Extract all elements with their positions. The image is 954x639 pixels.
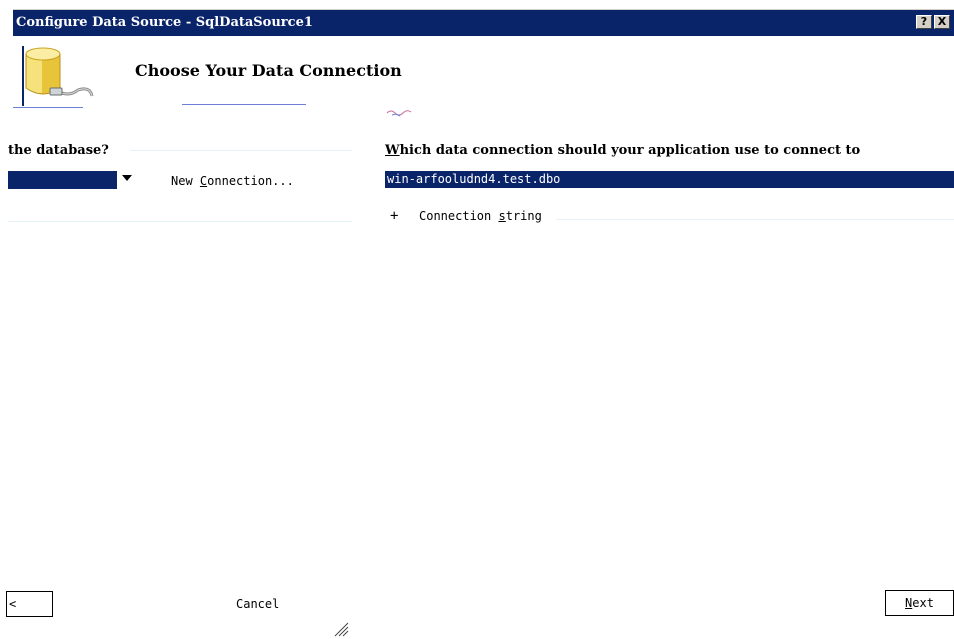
database-connection-icon <box>22 46 94 106</box>
database-question-label: the database? <box>8 143 109 158</box>
page-heading: Choose Your Data Connection <box>135 61 402 80</box>
cancel-button[interactable]: Cancel <box>236 597 279 611</box>
header-divider <box>13 107 83 108</box>
chevron-down-icon[interactable] <box>122 175 132 181</box>
connection-string-mnemonic: s <box>498 209 506 223</box>
question-text: hich data connection should your applica… <box>399 143 861 158</box>
question-mnemonic: W <box>385 143 400 158</box>
window-title: Configure Data Source - SqlDataSource1 <box>16 15 313 30</box>
title-bar[interactable]: Configure Data Source - SqlDataSource1 ?… <box>13 9 954 36</box>
connection-string-expander[interactable]: Connection string <box>419 209 542 223</box>
new-connection-label-rest: onnection... <box>207 174 294 188</box>
expand-plus-icon[interactable]: + <box>390 208 398 224</box>
divider <box>8 221 352 222</box>
connection-string-label: Connection <box>419 209 499 223</box>
divider <box>556 219 954 220</box>
help-button[interactable]: ? <box>916 15 932 29</box>
resize-grip-icon[interactable] <box>333 621 351 637</box>
new-connection-label: New <box>171 174 200 188</box>
data-connection-dropdown[interactable]: win-arfooludnd4.test.dbo <box>385 171 954 188</box>
next-button[interactable]: Next <box>885 590 954 616</box>
connection-string-label-rest: tring <box>505 209 542 223</box>
close-button[interactable]: X <box>934 15 950 29</box>
previous-button[interactable]: < <box>6 591 53 617</box>
header-divider <box>182 104 306 105</box>
next-label-rest: ext <box>912 596 934 610</box>
divider <box>130 150 352 151</box>
image-artifact <box>386 110 412 117</box>
new-connection-button[interactable]: New Connection... <box>171 174 294 188</box>
connection-question-label: Which data connection should your applic… <box>385 143 860 158</box>
connection-combobox[interactable] <box>8 171 117 189</box>
